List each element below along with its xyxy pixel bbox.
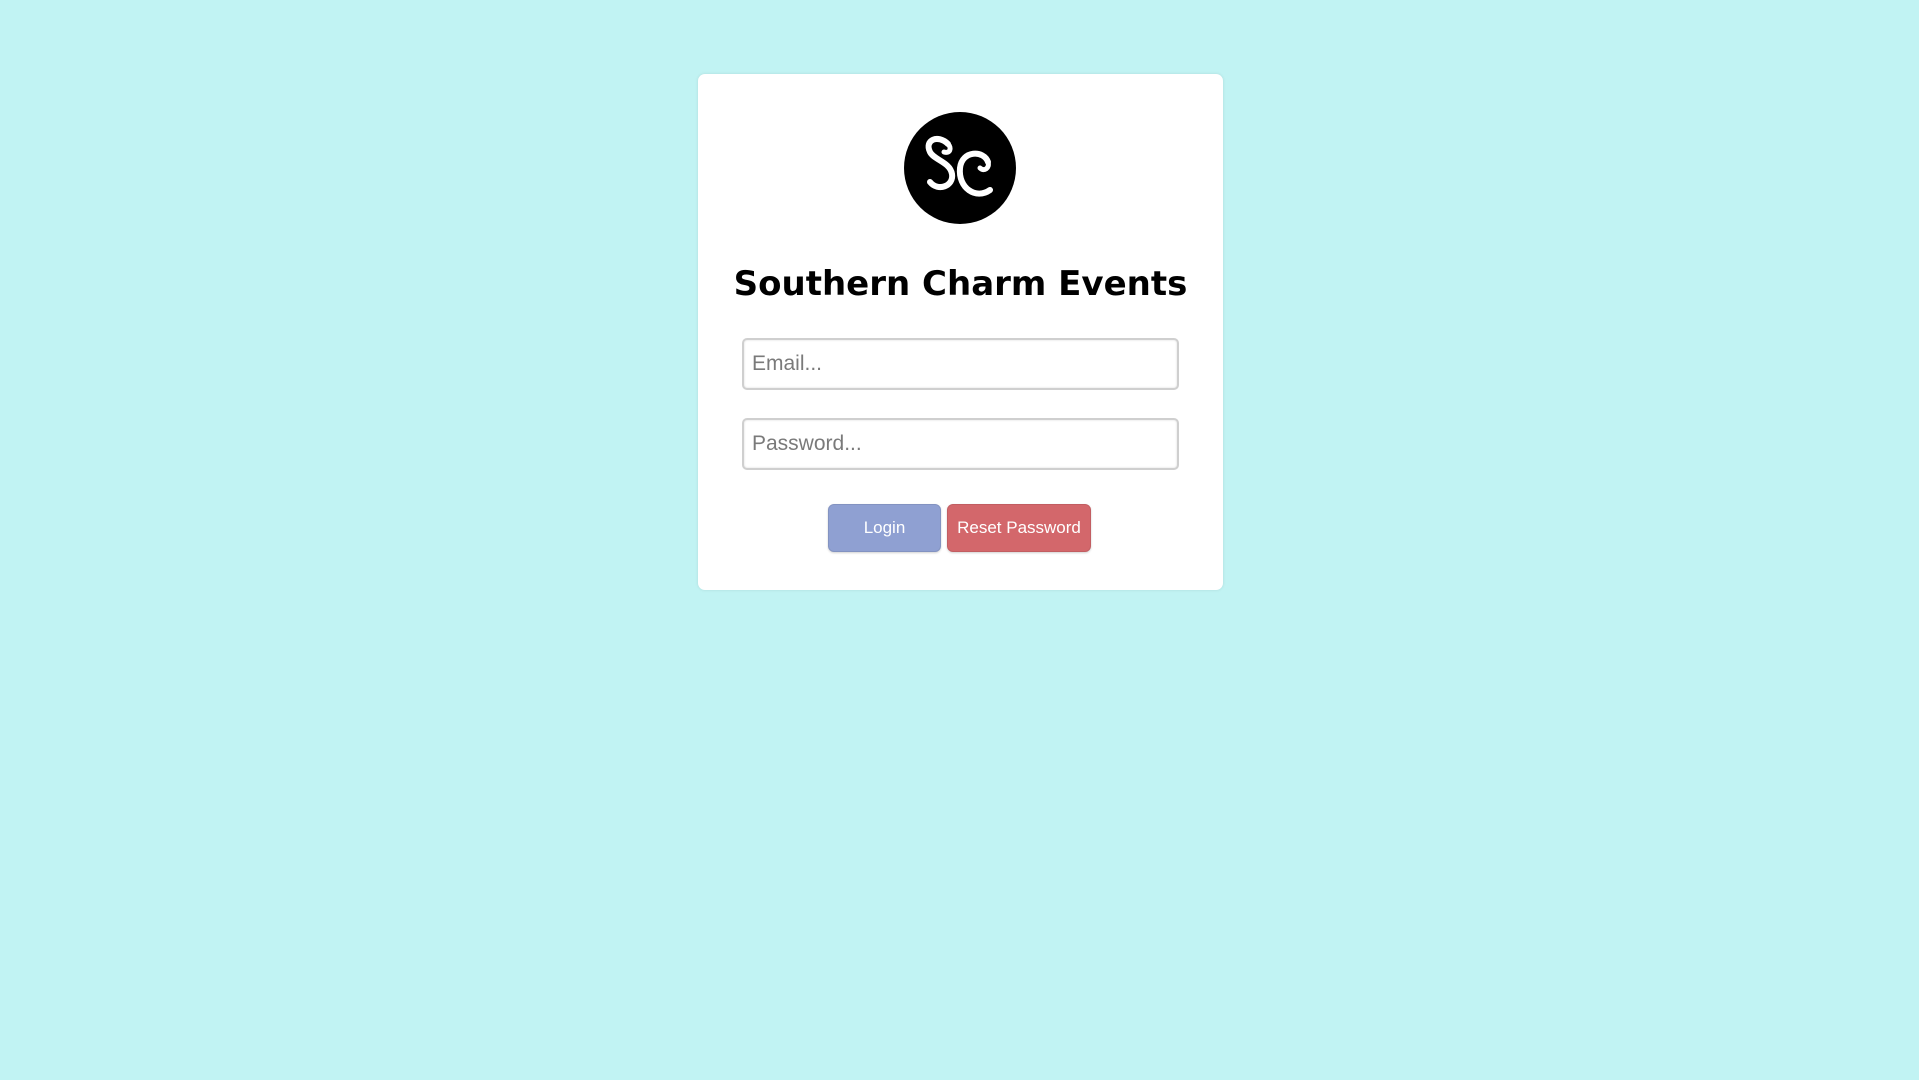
email-field[interactable] <box>742 338 1179 390</box>
page-title: Southern Charm Events <box>733 264 1188 304</box>
logo-monogram-icon <box>925 135 993 197</box>
password-field[interactable] <box>742 418 1179 470</box>
sc-monogram-logo <box>904 112 1016 224</box>
login-button[interactable]: Login <box>828 504 941 552</box>
login-card: Southern Charm Events Login Reset Passwo… <box>698 74 1223 590</box>
reset-password-button[interactable]: Reset Password <box>947 504 1091 552</box>
